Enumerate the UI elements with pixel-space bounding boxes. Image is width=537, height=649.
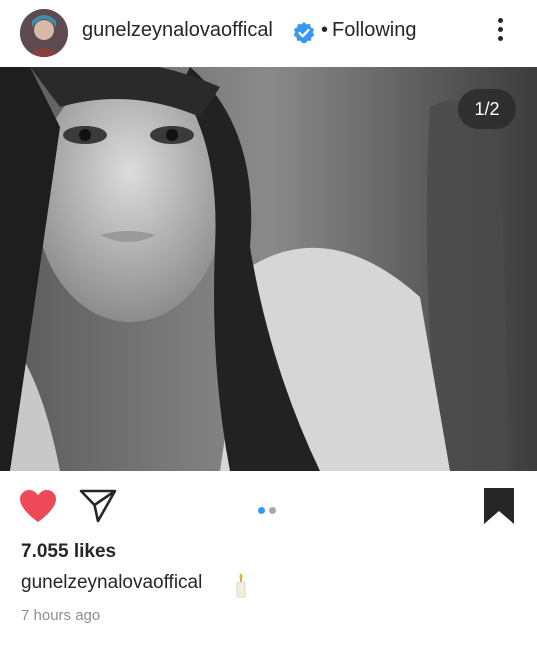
carousel-dot-inactive — [269, 507, 276, 514]
caption-username[interactable]: gunelzeynalovaoffical — [21, 572, 202, 594]
author-username[interactable]: gunelzeynalovaoffical — [82, 19, 273, 42]
following-button[interactable]: Following — [332, 19, 416, 42]
carousel-indicator — [258, 501, 280, 514]
avatar-image — [20, 9, 68, 57]
like-heart-icon[interactable] — [19, 489, 57, 523]
post-photo[interactable]: 1/2 — [0, 67, 537, 471]
save-bookmark-icon[interactable] — [482, 486, 516, 526]
post-timestamp: 7 hours ago — [21, 607, 101, 624]
verified-badge-icon — [293, 22, 315, 44]
carousel-dot-active — [258, 507, 265, 514]
photo-image — [0, 67, 537, 471]
media-counter: 1/2 — [458, 89, 516, 129]
candle-icon — [236, 573, 246, 598]
more-options-icon[interactable] — [488, 14, 512, 50]
avatar[interactable] — [20, 9, 68, 57]
header-separator: • — [321, 19, 329, 41]
likes-count[interactable]: 7.055 likes — [21, 541, 116, 563]
post-actions — [0, 472, 537, 534]
share-paper-plane-icon[interactable] — [79, 488, 117, 524]
post-header: gunelzeynalovaoffical • Following — [0, 0, 537, 66]
